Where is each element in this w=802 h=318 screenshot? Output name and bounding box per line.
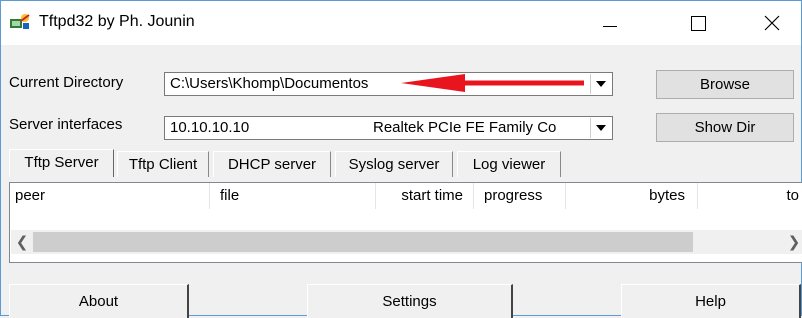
server-interface-adapter[interactable]: Realtek PCIe FE Family Co	[373, 119, 556, 136]
scrollbar-thumb[interactable]	[33, 232, 693, 252]
column-header-to[interactable]: to	[698, 183, 802, 209]
minimize-icon	[603, 25, 617, 27]
browse-button[interactable]: Browse	[656, 70, 794, 99]
server-interfaces-combo[interactable]: 10.10.10.10 Realtek PCIe FE Family Co	[164, 116, 613, 140]
tab-log-viewer[interactable]: Log viewer	[457, 151, 561, 177]
chevron-down-icon	[596, 125, 606, 131]
help-button[interactable]: Help	[621, 284, 801, 318]
close-icon	[764, 15, 780, 31]
column-header-bytes[interactable]: bytes	[566, 183, 698, 209]
show-dir-button[interactable]: Show Dir	[656, 113, 794, 142]
current-directory-label: Current Directory	[9, 74, 124, 91]
window-title: Tftpd32 by Ph. Jounin	[39, 13, 195, 30]
title-bar[interactable]: Tftpd32 by Ph. Jounin	[1, 1, 801, 45]
tab-tftp-server[interactable]: Tftp Server	[9, 149, 114, 177]
current-directory-dropdown-button[interactable]	[590, 74, 611, 94]
minimize-button[interactable]	[581, 1, 639, 45]
column-header-progress[interactable]: progress	[474, 183, 566, 209]
scroll-left-icon[interactable]: ❮	[11, 230, 33, 254]
tab-syslog-server[interactable]: Syslog server	[335, 151, 453, 177]
maximize-button[interactable]	[669, 1, 727, 45]
maximize-icon	[690, 15, 706, 31]
horizontal-scrollbar[interactable]: ❮ ❯	[11, 230, 802, 254]
column-header-peer[interactable]: peer	[10, 183, 210, 209]
settings-button[interactable]: Settings	[307, 284, 513, 318]
app-icon	[10, 14, 30, 29]
tab-tftp-client[interactable]: Tftp Client	[117, 151, 209, 177]
server-interfaces-label: Server interfaces	[9, 116, 123, 133]
current-directory-value[interactable]: C:\Users\Khomp\Documentos	[170, 75, 368, 92]
column-header-start-time[interactable]: start time	[376, 183, 474, 209]
tab-dhcp-server[interactable]: DHCP server	[213, 151, 331, 177]
tftpd32-window: Tftpd32 by Ph. Jounin Current Directory …	[0, 0, 802, 318]
server-interface-ip[interactable]: 10.10.10.10	[170, 119, 249, 136]
about-button[interactable]: About	[9, 284, 189, 318]
transfer-list[interactable]: peer file start time progress bytes to ❮…	[9, 182, 802, 263]
close-button[interactable]	[743, 1, 801, 45]
scroll-right-icon[interactable]: ❯	[783, 230, 802, 254]
annotation-red-arrow	[401, 74, 584, 92]
column-header-file[interactable]: file	[210, 183, 376, 209]
chevron-down-icon	[596, 81, 606, 87]
server-interfaces-dropdown-button[interactable]	[590, 118, 611, 138]
